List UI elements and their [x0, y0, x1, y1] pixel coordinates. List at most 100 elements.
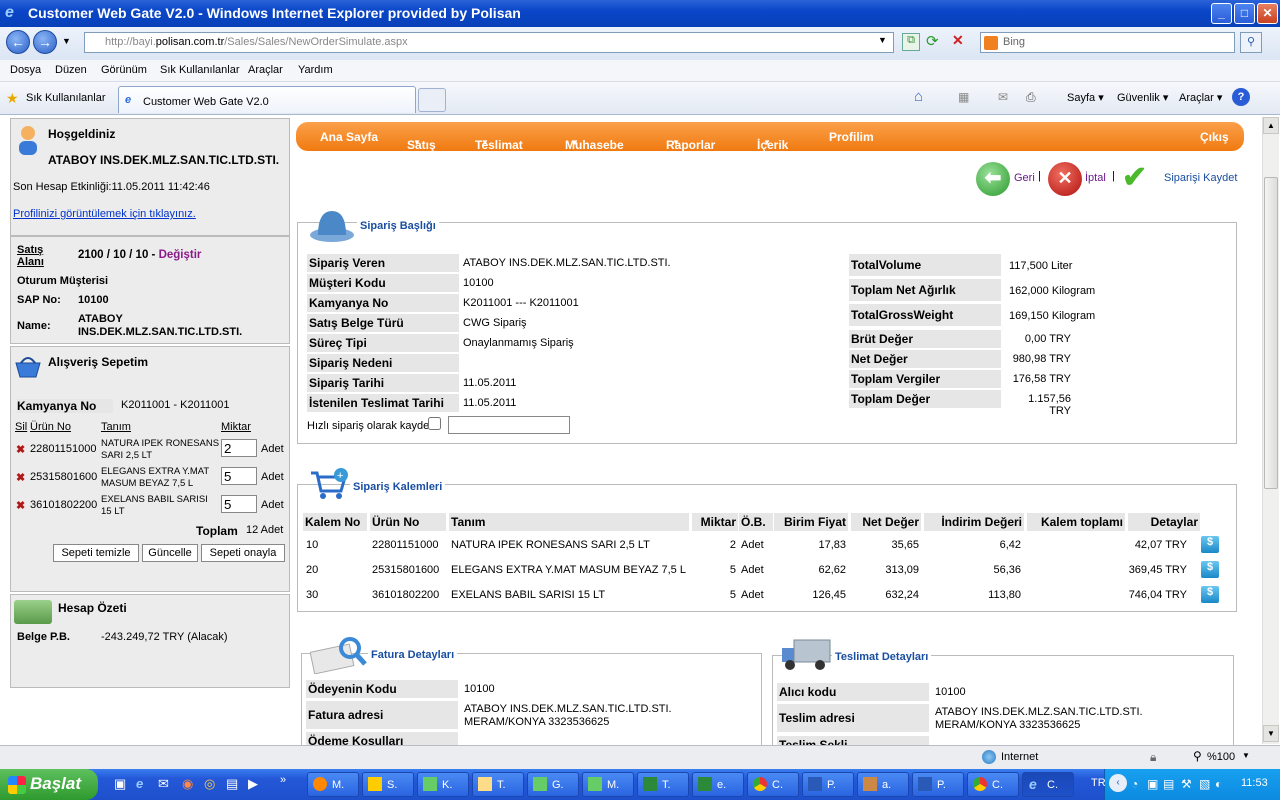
detail-icon[interactable]: $ — [1201, 561, 1219, 578]
taskbar-item[interactable]: S. — [362, 772, 414, 797]
scroll-thumb[interactable] — [1264, 177, 1278, 489]
cart-item-desc: ELEGANS EXTRA Y.MAT MASUM BEYAZ 7,5 L — [101, 466, 210, 489]
tray-icon[interactable]: ▣ — [1147, 777, 1158, 791]
network-icon[interactable]: ⚒ — [1181, 777, 1192, 791]
page-menu[interactable]: Sayfa ▾ — [1067, 91, 1104, 104]
taskbar-item[interactable]: C. — [747, 772, 799, 797]
profile-link[interactable]: Profilinizi görüntülemek için tıklayınız… — [13, 208, 196, 220]
quicklaunch-desktop-icon[interactable]: ▣ — [114, 776, 126, 792]
quicklaunch-media-icon[interactable]: ▶ — [248, 776, 258, 792]
total-value: 1.157,56 TRY — [1028, 393, 1071, 417]
history-dropdown-icon[interactable]: ▼ — [62, 36, 71, 46]
welcome-company: ATABOY INS.DEK.MLZ.SAN.TIC.LTD.STI. — [48, 153, 280, 167]
menu-edit[interactable]: Düzen — [55, 64, 87, 76]
cart-qty-input[interactable] — [221, 467, 257, 485]
favorites-button[interactable]: Sık Kullanılanlar — [26, 92, 106, 104]
quicklaunch-firefox-icon[interactable]: ◉ — [182, 776, 193, 792]
taskbar-item[interactable]: G. — [527, 772, 579, 797]
home-icon[interactable]: ⌂ — [914, 88, 923, 105]
confirm-cart-button[interactable]: Sepeti onayla — [201, 544, 285, 562]
clear-cart-button[interactable]: Sepeti temizle — [53, 544, 139, 562]
volume-icon[interactable]: ◐ — [1215, 777, 1222, 791]
taskbar-item[interactable]: T. — [637, 772, 689, 797]
cart-qty-input[interactable] — [221, 495, 257, 513]
taskbar-item-active[interactable]: e C. — [1022, 772, 1074, 797]
start-button[interactable]: Başlat — [0, 769, 98, 800]
vertical-scrollbar[interactable]: ▲ ▼ — [1262, 117, 1279, 744]
minimize-button[interactable]: _ — [1211, 3, 1232, 24]
delete-item-icon[interactable]: ✖ — [16, 471, 25, 484]
taskbar-item[interactable]: M. — [307, 772, 359, 797]
nav-logout[interactable]: Çıkış — [1200, 130, 1229, 144]
refresh-icon[interactable]: ⟳ — [926, 32, 939, 50]
update-cart-button[interactable]: Güncelle — [142, 544, 198, 562]
protected-mode-icon[interactable]: 🔒︎ — [1150, 750, 1156, 765]
nav-profile[interactable]: Profilim — [829, 130, 874, 144]
zoom-dropdown-icon[interactable]: ▼ — [1242, 751, 1250, 760]
tools-menu[interactable]: Araçlar ▾ — [1179, 91, 1222, 104]
cart-qty-input[interactable] — [221, 439, 257, 457]
search-icon[interactable]: ⚲ — [1240, 32, 1262, 53]
close-window-button[interactable]: ✕ — [1257, 3, 1278, 24]
back-arrow-icon[interactable]: ⬅ — [976, 162, 1010, 196]
maximize-button[interactable]: □ — [1234, 3, 1255, 24]
save-order-button[interactable]: Siparişi Kaydet — [1164, 172, 1237, 184]
quicklaunch-outlook-icon[interactable]: ✉ — [158, 776, 169, 792]
safety-menu[interactable]: Güvenlik ▾ — [1117, 91, 1168, 104]
taskbar-item[interactable]: K. — [417, 772, 469, 797]
tray-expand-icon[interactable]: ‹ — [1109, 774, 1127, 792]
browser-tab[interactable]: e Customer Web Gate V2.0 — [118, 86, 416, 113]
quicklaunch-ie-icon[interactable]: e — [136, 776, 143, 791]
taskbar-item[interactable]: e. — [692, 772, 744, 797]
tray-icon[interactable]: ◔ — [1131, 777, 1138, 791]
back-button[interactable]: Geri — [1014, 172, 1035, 184]
language-indicator[interactable]: TR — [1091, 777, 1106, 789]
forward-nav-button[interactable]: → — [33, 30, 57, 54]
scroll-down-arrow-icon[interactable]: ▼ — [1263, 725, 1279, 742]
zoom-level[interactable]: %100 — [1207, 751, 1235, 763]
taskbar-item[interactable]: M. — [582, 772, 634, 797]
help-icon[interactable]: ? — [1232, 88, 1250, 106]
menu-help[interactable]: Yardım — [298, 64, 333, 76]
menu-favorites[interactable]: Sık Kullanılanlar — [160, 64, 240, 76]
taskbar-item[interactable]: P. — [802, 772, 854, 797]
quick-save-checkbox[interactable] — [428, 417, 441, 430]
cart-campaign-value: K2011001 - K2011001 — [121, 399, 230, 411]
taskbar-item[interactable]: P. — [912, 772, 964, 797]
cancel-button[interactable]: İptal — [1085, 172, 1106, 184]
change-sales-area-link[interactable]: Değiştir — [159, 249, 202, 261]
detail-icon[interactable]: $ — [1201, 586, 1219, 603]
cancel-x-icon[interactable]: ✕ — [1048, 162, 1082, 196]
delete-item-icon[interactable]: ✖ — [16, 443, 25, 456]
total-value: 0,00 TRY — [1024, 333, 1071, 345]
quicklaunch-excel-icon[interactable]: ▤ — [226, 776, 238, 792]
new-tab-button[interactable] — [418, 88, 446, 112]
feeds-icon[interactable]: ▦ — [958, 90, 969, 104]
stop-icon[interactable]: ✕ — [952, 32, 964, 49]
taskbar-item[interactable]: C. — [967, 772, 1019, 797]
mail-icon[interactable]: ✉ — [998, 90, 1008, 104]
menu-file[interactable]: Dosya — [10, 64, 41, 76]
nav-home[interactable]: Ana Sayfa — [320, 130, 378, 144]
delete-item-icon[interactable]: ✖ — [16, 499, 25, 512]
taskbar-item[interactable]: T. — [472, 772, 524, 797]
separator: | — [1038, 170, 1041, 182]
quicklaunch-more-icon[interactable]: » — [280, 774, 286, 786]
back-nav-button[interactable]: ← — [6, 30, 30, 54]
url-dropdown-icon[interactable]: ▼ — [878, 35, 887, 45]
search-input[interactable]: Bing — [980, 32, 1235, 53]
menu-tools[interactable]: Araçlar — [248, 64, 283, 76]
save-check-icon[interactable]: ✔ — [1122, 160, 1147, 195]
scroll-up-arrow-icon[interactable]: ▲ — [1263, 117, 1279, 134]
clock[interactable]: 11:53 — [1241, 777, 1268, 789]
compatibility-icon[interactable]: ⧉ — [902, 33, 920, 51]
detail-icon[interactable]: $ — [1201, 536, 1219, 553]
tray-icon[interactable]: ▧ — [1199, 777, 1210, 791]
tray-icon[interactable]: ▤ — [1163, 777, 1174, 791]
quicklaunch-chrome-icon[interactable]: ◎ — [204, 776, 215, 792]
url-input[interactable]: http://bayi.polisan.com.tr/Sales/Sales/N… — [84, 32, 894, 53]
taskbar-item[interactable]: a. — [857, 772, 909, 797]
menu-view[interactable]: Görünüm — [101, 64, 147, 76]
quick-save-name-input[interactable] — [448, 416, 570, 434]
print-icon[interactable]: ⎙ — [1026, 90, 1036, 105]
